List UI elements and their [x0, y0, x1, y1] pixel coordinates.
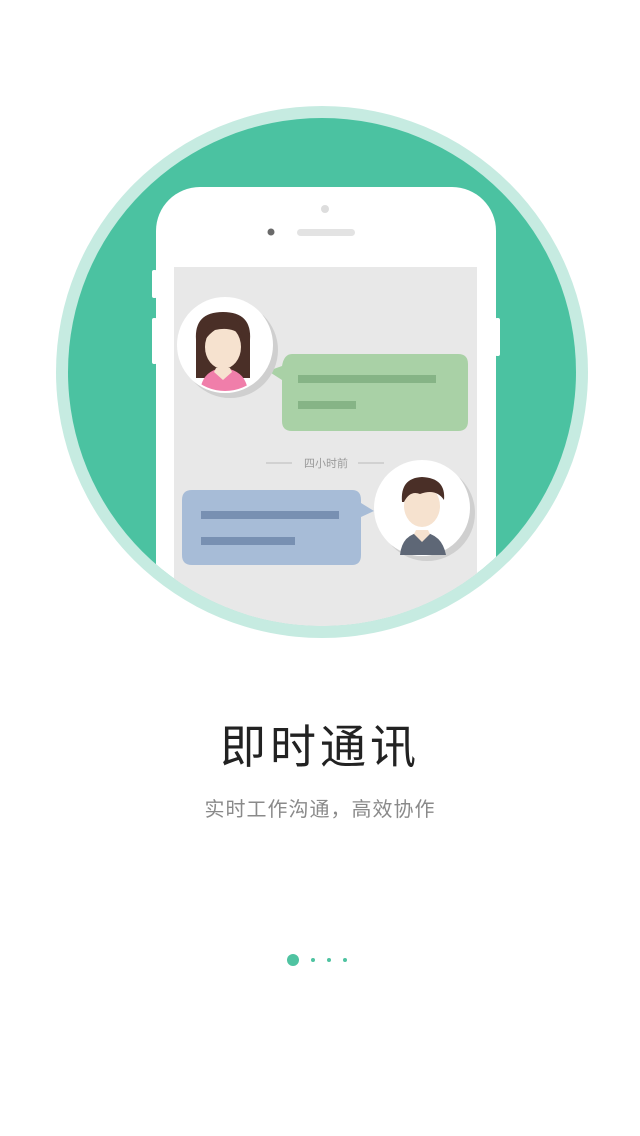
- incoming-bubble: [268, 354, 468, 431]
- incoming-line-2: [298, 401, 356, 409]
- outgoing-line-1: [201, 511, 339, 519]
- outgoing-line-2: [201, 537, 295, 545]
- incoming-line-1: [298, 375, 436, 383]
- phone-front-sensor: [321, 205, 329, 213]
- page-indicator: [0, 952, 640, 968]
- outgoing-bubble: [182, 490, 374, 565]
- onboarding-screen: 四小时前 即时通讯 实时工作沟通，高效协作: [0, 0, 640, 1136]
- timestamp-label: 四小时前: [304, 456, 348, 470]
- feature-subtitle: 实时工作沟通，高效协作: [204, 797, 436, 821]
- phone-side-button: [152, 270, 157, 298]
- page-dot-active[interactable]: [287, 954, 299, 966]
- phone-speaker: [297, 229, 355, 236]
- page-dot[interactable]: [311, 958, 315, 962]
- instant-messaging-illustration: 四小时前: [56, 106, 588, 638]
- phone-side-button: [495, 318, 500, 356]
- phone-camera: [267, 228, 275, 236]
- feature-title: 即时通讯: [220, 720, 420, 774]
- page-dot[interactable]: [327, 958, 331, 962]
- phone-side-button: [152, 318, 157, 364]
- page-dot[interactable]: [343, 958, 347, 962]
